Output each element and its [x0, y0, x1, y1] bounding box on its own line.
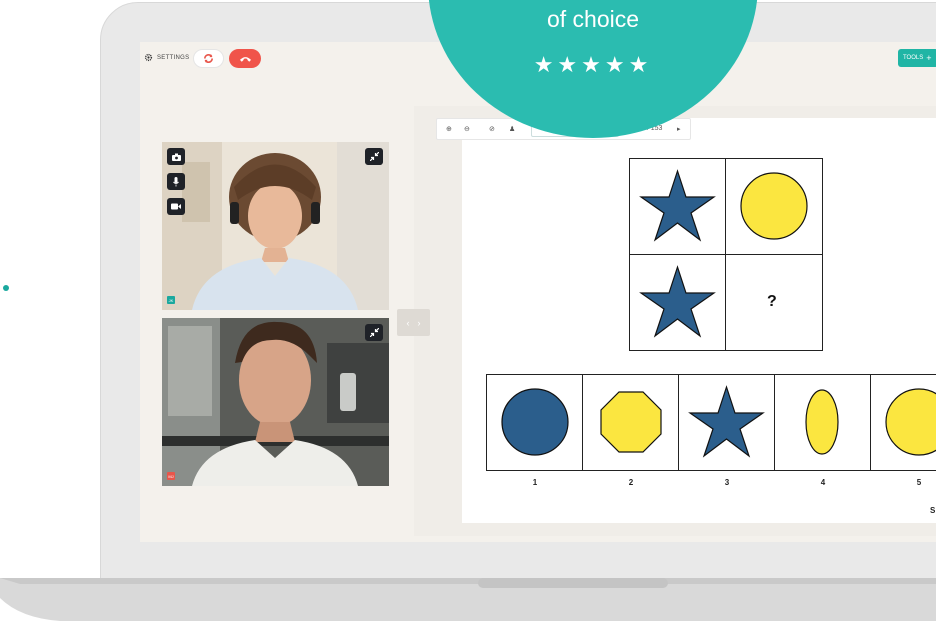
answer-label-2: 2: [628, 478, 634, 487]
phone-hangup-icon: [239, 56, 251, 62]
tools-label: TOOLS: [903, 55, 924, 61]
next-arrow-icon[interactable]: ›: [418, 318, 421, 328]
answer-label-1: 1: [532, 478, 538, 487]
puzzle-cell: [629, 158, 726, 255]
question-mark: ?: [767, 293, 777, 310]
star-shape: [639, 265, 716, 338]
participant-initials: MJ: [167, 472, 175, 480]
video-tile-participant-1: JK: [162, 142, 389, 310]
microphone-icon: [173, 176, 179, 186]
video-camera-icon: [171, 203, 181, 210]
answer-option-4[interactable]: [774, 374, 871, 471]
participant-initials: JK: [167, 296, 175, 304]
expand-button[interactable]: [365, 324, 383, 341]
participant-video: [162, 318, 389, 486]
collapse-icon: [369, 328, 379, 337]
answer-option-2[interactable]: [582, 374, 679, 471]
tools-button[interactable]: TOOLS +: [898, 49, 936, 67]
collapse-icon: [369, 152, 379, 161]
prev-arrow-icon[interactable]: ‹: [407, 318, 410, 328]
laptop-base: [0, 578, 936, 621]
panel-nav[interactable]: ‹ ›: [397, 309, 430, 336]
next-page-icon[interactable]: ▸: [677, 125, 681, 133]
puzzle-cell: [629, 254, 726, 351]
camera-icon: [171, 153, 181, 161]
octagon-shape: [600, 391, 662, 453]
answer-label-4: 4: [820, 478, 826, 487]
participant-video: [162, 142, 389, 310]
answer-label-5: 5: [916, 478, 922, 487]
refresh-button[interactable]: [193, 49, 224, 68]
hide-icon[interactable]: ⊘: [489, 125, 495, 133]
answer-option-5[interactable]: [870, 374, 936, 471]
star-shape: [688, 385, 765, 458]
promo-badge-text: of choice: [546, 6, 640, 32]
star-shape: [639, 169, 716, 242]
answer-option-1[interactable]: [486, 374, 583, 471]
user-share-icon[interactable]: ♟: [509, 125, 515, 133]
video-button[interactable]: [167, 198, 185, 215]
ellipse-shape: [805, 389, 839, 455]
answer-option-3[interactable]: [678, 374, 775, 471]
settings-label: SETTINGS: [157, 54, 190, 61]
answer-label-3: 3: [724, 478, 730, 487]
gear-icon: [144, 53, 153, 62]
refresh-icon: [204, 53, 213, 64]
page-label: S: [930, 506, 936, 515]
stage: SETTINGS TOOLS + ⊕ ⊖ ⊘ ♟ 1 / 153 ▸ ? 1 2…: [0, 0, 936, 621]
hangup-button[interactable]: [229, 49, 261, 68]
puzzle-cell-missing: ?: [725, 254, 823, 351]
expand-button[interactable]: [365, 148, 383, 165]
accent-dot: [3, 285, 9, 291]
camera-button[interactable]: [167, 148, 185, 165]
zoom-in-icon[interactable]: ⊕: [446, 125, 452, 133]
microphone-button[interactable]: [167, 173, 185, 190]
circle-shape: [885, 388, 936, 456]
video-tile-participant-2: MJ: [162, 318, 389, 486]
circle-shape: [501, 388, 569, 456]
circle-shape: [740, 172, 808, 240]
rating-stars: ★★★★★: [533, 52, 653, 77]
plus-icon: +: [926, 53, 932, 63]
settings-button[interactable]: SETTINGS: [144, 53, 189, 62]
puzzle-cell: [725, 158, 823, 255]
zoom-out-icon[interactable]: ⊖: [464, 125, 470, 133]
